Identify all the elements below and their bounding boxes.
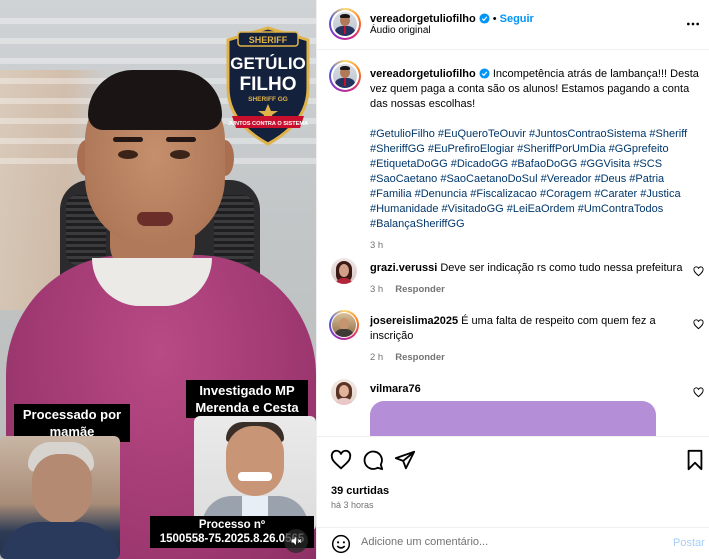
- speaker-eye: [170, 150, 190, 159]
- badge-sub: SHERIFF GG: [248, 96, 288, 103]
- likes-count[interactable]: 39 curtidas: [331, 485, 389, 497]
- reply-button[interactable]: Responder: [395, 352, 445, 363]
- speaker-brow: [113, 137, 143, 142]
- comment-like-heart-icon[interactable]: [693, 319, 704, 330]
- share-send-icon[interactable]: [394, 449, 416, 471]
- speaker-hair: [88, 70, 222, 130]
- caption-hashtags[interactable]: #GetulioFilho #EuQueroTeOuvir #JuntosCon…: [370, 127, 700, 232]
- reply-button[interactable]: Responder: [395, 284, 445, 295]
- emoji-icon[interactable]: [331, 534, 351, 554]
- header-separator: •: [492, 13, 497, 25]
- audio-label[interactable]: Áudio original: [370, 25, 431, 36]
- man-left-photo: [0, 436, 120, 559]
- chair-mesh: [214, 195, 254, 265]
- comment-bar: Postar: [317, 527, 709, 559]
- comment-item: grazi.verussi Deve ser indicação rs como…: [370, 261, 700, 297]
- post-panel: vereadorgetuliofilho • Seguir Áudio origin…: [316, 0, 709, 559]
- comment-username[interactable]: grazi.verussi: [370, 262, 437, 274]
- caption: vereadorgetuliofilho Incompetência atrás…: [370, 67, 700, 253]
- sheriff-badge-logo: SHERIFF GETÚLIO FILHO SHERIFF GG JUNTOS …: [226, 26, 310, 146]
- save-bookmark-icon[interactable]: [685, 449, 705, 471]
- caption-time: 3 h: [370, 240, 384, 251]
- comment-username[interactable]: vilmara76: [370, 383, 421, 395]
- comment-text: Deve ser indicação rs como tudo nessa pr…: [440, 262, 683, 274]
- speaker-brow: [166, 137, 196, 142]
- comment-like-heart-icon[interactable]: [693, 387, 704, 398]
- author-avatar[interactable]: [329, 8, 361, 40]
- verified-badge-icon: [479, 68, 490, 79]
- mute-button[interactable]: [284, 529, 308, 553]
- comment-bubble-icon[interactable]: [362, 449, 384, 471]
- post-header: vereadorgetuliofilho • Seguir Áudio origin…: [317, 0, 709, 50]
- comment-media-image[interactable]: [370, 401, 656, 436]
- comment-like-heart-icon[interactable]: [693, 266, 704, 277]
- process-title: Processo nº: [198, 519, 266, 531]
- caption-username[interactable]: vereadorgetuliofilho: [370, 68, 476, 80]
- comment-avatar[interactable]: [329, 310, 359, 340]
- speaker-eye: [118, 150, 138, 159]
- follow-button[interactable]: Seguir: [500, 13, 534, 25]
- caption-author-avatar[interactable]: [329, 60, 361, 92]
- speaker-mouth: [137, 212, 173, 226]
- man-right-photo: [194, 416, 316, 531]
- badge-top-word: SHERIFF: [249, 35, 288, 45]
- comment-input[interactable]: [361, 536, 651, 548]
- post-time: há 3 horas: [331, 500, 374, 510]
- blind-slat: [0, 18, 316, 24]
- comment-username[interactable]: josereislima2025: [370, 315, 458, 327]
- like-heart-icon[interactable]: [330, 449, 352, 471]
- header-username[interactable]: vereadorgetuliofilho: [370, 13, 476, 25]
- badge-ribbon: JUNTOS CONTRA O SISTEMA: [228, 121, 308, 127]
- comment-avatar[interactable]: [331, 379, 357, 405]
- more-horizontal-icon[interactable]: [685, 16, 701, 32]
- badge-name-line2: FILHO: [240, 74, 297, 95]
- comment-avatar[interactable]: [331, 258, 357, 284]
- badge-name-line1: GETÚLIO: [230, 54, 306, 73]
- reel-video[interactable]: SHERIFF GETÚLIO FILHO SHERIFF GG JUNTOS …: [0, 0, 316, 559]
- comment-time: 2 h: [370, 352, 384, 363]
- label-investigado: Investigado MP Merenda e Cesta: [186, 380, 308, 418]
- comment-item: vilmara76: [370, 382, 700, 397]
- comment-time: 3 h: [370, 284, 384, 295]
- speaker-muted-icon: [291, 537, 302, 545]
- post-comment-button[interactable]: Postar: [673, 537, 705, 549]
- post-actions: 39 curtidas há 3 horas: [317, 436, 709, 526]
- comment-item: josereislima2025 É uma falta de respeito…: [370, 314, 700, 365]
- comments-scroll-area[interactable]: vereadorgetuliofilho Incompetência atrás…: [317, 51, 709, 436]
- verified-badge-icon: [479, 13, 490, 24]
